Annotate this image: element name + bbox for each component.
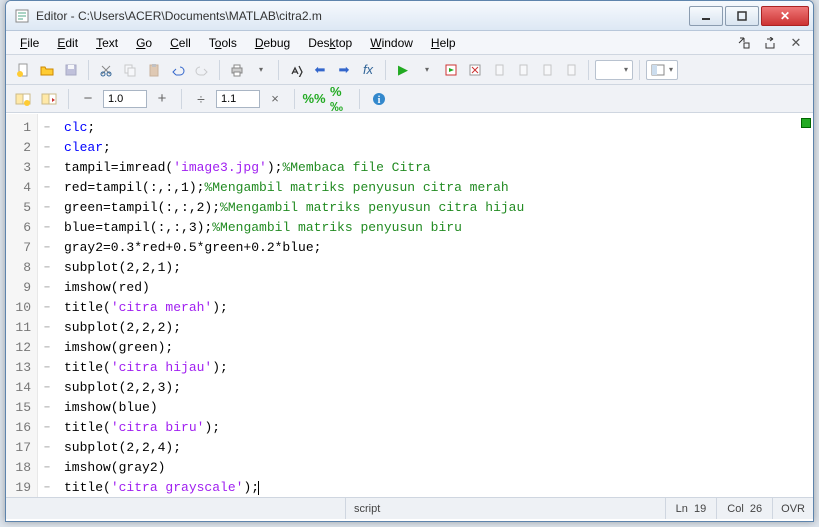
back-icon[interactable]: ⬅ xyxy=(309,59,331,81)
fold-column: −−−−−−−−−−−−−−−−−−− xyxy=(38,114,56,497)
function-icon[interactable]: fx xyxy=(357,59,379,81)
line-num[interactable]: 17 xyxy=(6,438,31,458)
app-icon xyxy=(14,8,30,24)
main-toolbar: ▾ ⬅ ➡ fx ▶ ▾ ▾ ▾ xyxy=(6,55,813,85)
svg-text:i: i xyxy=(378,95,381,106)
editor-close-icon[interactable]: ✕ xyxy=(785,32,807,54)
stop-icon[interactable] xyxy=(464,59,486,81)
undo-icon[interactable] xyxy=(167,59,189,81)
insert-break-icon[interactable]: %% xyxy=(303,88,325,110)
new-file-icon[interactable] xyxy=(12,59,34,81)
cell-enable-icon[interactable] xyxy=(12,88,34,110)
titlebar: Editor - C:\Users\ACER\Documents\MATLAB\… xyxy=(6,1,813,31)
paste-icon[interactable] xyxy=(143,59,165,81)
menu-help[interactable]: Help xyxy=(423,34,464,52)
code-ok-marker[interactable] xyxy=(801,118,811,128)
statusbar: script Ln 19 Col 26 OVR xyxy=(6,497,813,519)
menu-text[interactable]: Text xyxy=(88,34,126,52)
status-line: Ln 19 xyxy=(666,498,718,519)
menu-cell[interactable]: Cell xyxy=(162,34,199,52)
menu-tools[interactable]: Tools xyxy=(201,34,245,52)
minus-icon[interactable]: − xyxy=(77,88,99,110)
window-buttons: ✕ xyxy=(689,6,809,26)
line-num[interactable]: 8 xyxy=(6,258,31,278)
dock-icon[interactable] xyxy=(733,32,755,54)
find-icon[interactable] xyxy=(285,59,307,81)
line-num[interactable]: 4 xyxy=(6,178,31,198)
status-empty xyxy=(6,498,346,519)
text-caret xyxy=(258,481,259,495)
line-num[interactable]: 2 xyxy=(6,138,31,158)
print-icon[interactable] xyxy=(226,59,248,81)
line-num[interactable]: 9 xyxy=(6,278,31,298)
line-gutter: 1 2 3 4 5 6 7 8 9 10 11 12 13 14 15 16 1… xyxy=(6,114,38,497)
continue-icon[interactable] xyxy=(560,59,582,81)
forward-icon[interactable]: ➡ xyxy=(333,59,355,81)
step-in-icon[interactable] xyxy=(512,59,534,81)
multiply-icon[interactable]: × xyxy=(264,88,286,110)
line-num[interactable]: 18 xyxy=(6,458,31,478)
run-drop-icon[interactable]: ▾ xyxy=(416,59,438,81)
status-type: script xyxy=(346,498,666,519)
editor-area: 1 2 3 4 5 6 7 8 9 10 11 12 13 14 15 16 1… xyxy=(6,113,813,497)
undock-icon[interactable] xyxy=(759,32,781,54)
cell-value-2[interactable]: 1.1 xyxy=(216,90,260,108)
menu-file[interactable]: File xyxy=(12,34,47,52)
divide-icon[interactable]: ÷ xyxy=(190,88,212,110)
cell-value-1[interactable]: 1.0 xyxy=(103,90,147,108)
line-num[interactable]: 19 xyxy=(6,478,31,497)
step-icon[interactable] xyxy=(488,59,510,81)
run-section-icon[interactable] xyxy=(440,59,462,81)
plus-icon[interactable]: + xyxy=(151,88,173,110)
line-num[interactable]: 16 xyxy=(6,418,31,438)
status-col: Col 26 xyxy=(717,498,773,519)
window-title: Editor - C:\Users\ACER\Documents\MATLAB\… xyxy=(36,9,689,23)
status-ovr[interactable]: OVR xyxy=(773,498,813,519)
line-num[interactable]: 10 xyxy=(6,298,31,318)
line-num[interactable]: 1 xyxy=(6,118,31,138)
info-icon[interactable]: i xyxy=(368,88,390,110)
copy-icon[interactable] xyxy=(119,59,141,81)
minimize-button[interactable] xyxy=(689,6,723,26)
run-icon[interactable]: ▶ xyxy=(392,59,414,81)
stack-dropdown[interactable]: ▾ xyxy=(595,60,633,80)
cell-next-icon[interactable] xyxy=(38,88,60,110)
open-file-icon[interactable] xyxy=(36,59,58,81)
redo-icon[interactable] xyxy=(191,59,213,81)
line-num[interactable]: 7 xyxy=(6,238,31,258)
menu-desktop[interactable]: Desktop xyxy=(300,34,360,52)
line-num[interactable]: 6 xyxy=(6,218,31,238)
cut-icon[interactable] xyxy=(95,59,117,81)
print-preview-icon[interactable]: ▾ xyxy=(250,59,272,81)
menu-edit[interactable]: Edit xyxy=(49,34,86,52)
maximize-button[interactable] xyxy=(725,6,759,26)
line-num[interactable]: 11 xyxy=(6,318,31,338)
line-num[interactable]: 14 xyxy=(6,378,31,398)
line-num[interactable]: 3 xyxy=(6,158,31,178)
close-button[interactable]: ✕ xyxy=(761,6,809,26)
line-num[interactable]: 15 xyxy=(6,398,31,418)
editor-window: Editor - C:\Users\ACER\Documents\MATLAB\… xyxy=(5,0,814,522)
step-out-icon[interactable] xyxy=(536,59,558,81)
line-num[interactable]: 5 xyxy=(6,198,31,218)
cell-toolbar: − 1.0 + ÷ 1.1 × %% %‰ i xyxy=(6,85,813,113)
view-dropdown[interactable]: ▾ xyxy=(646,60,678,80)
line-num[interactable]: 13 xyxy=(6,358,31,378)
save-icon[interactable] xyxy=(60,59,82,81)
menu-window[interactable]: Window xyxy=(362,34,421,52)
menu-go[interactable]: Go xyxy=(128,34,160,52)
menubar: File Edit Text Go Cell Tools Debug Deskt… xyxy=(6,31,813,55)
insert-break2-icon[interactable]: %‰ xyxy=(329,88,351,110)
line-num[interactable]: 12 xyxy=(6,338,31,358)
menu-debug[interactable]: Debug xyxy=(247,34,298,52)
code-area[interactable]: clc; clear; tampil=imread('image3.jpg');… xyxy=(56,114,813,497)
